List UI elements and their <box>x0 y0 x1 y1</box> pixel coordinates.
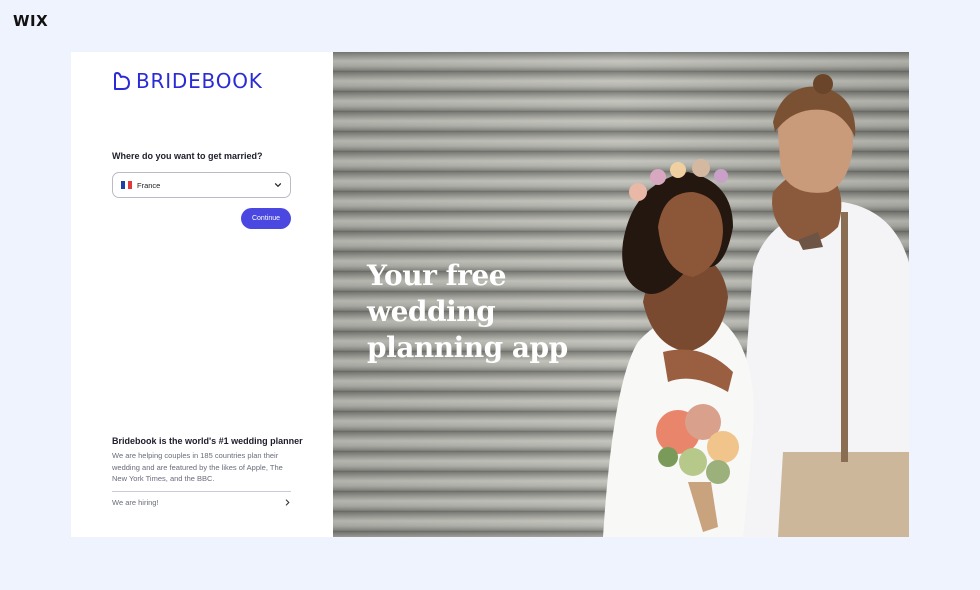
chevron-right-icon <box>285 499 290 506</box>
hero-image: Your free wedding planning app <box>333 52 909 537</box>
brand-name: BRIDEBOOK <box>136 69 263 93</box>
bridebook-logo-icon <box>114 72 130 90</box>
promo-text: We are helping couples in 185 countries … <box>112 451 283 483</box>
country-select[interactable]: France <box>112 172 291 198</box>
france-flag-icon <box>121 181 133 189</box>
signup-panel: BRIDEBOOK Where do you want to get marri… <box>71 52 333 537</box>
wix-logo: WIX <box>13 12 49 30</box>
hero-title-line1: Your free wedding <box>367 259 507 328</box>
country-select-value: France <box>137 180 161 190</box>
couple-photo <box>603 74 909 537</box>
signup-window: BRIDEBOOK Where do you want to get marri… <box>71 52 909 537</box>
hero-title-line2: planning app <box>367 331 568 364</box>
hero-title: Your free wedding planning app <box>367 258 617 366</box>
continue-button[interactable]: Continue <box>241 208 291 229</box>
divider <box>112 491 291 492</box>
hiring-link[interactable]: We are hiring! <box>112 498 291 507</box>
chevron-down-icon <box>274 183 282 188</box>
bridebook-logo[interactable]: BRIDEBOOK <box>112 69 263 93</box>
promo-title: Bridebook is the world's #1 wedding plan… <box>112 436 303 446</box>
hiring-label: We are hiring! <box>112 498 159 507</box>
location-question: Where do you want to get married? <box>112 151 263 161</box>
